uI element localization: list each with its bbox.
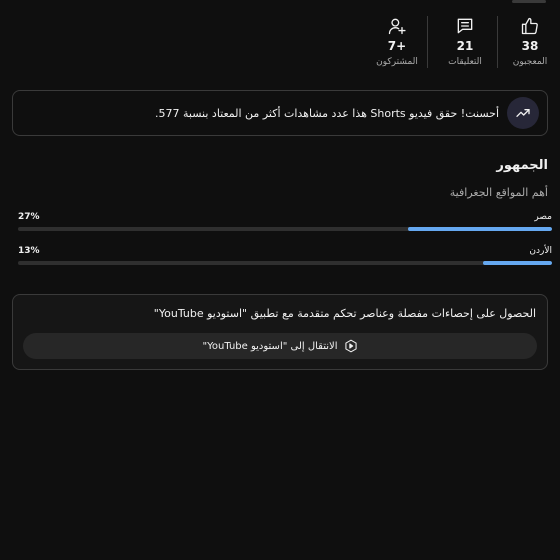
- person-add-icon: [387, 16, 407, 36]
- stat-comments-value: 21: [456, 39, 474, 53]
- studio-promo-heading: الحصول على إحصاءات مفصلة وعناصر تحكم متق…: [153, 307, 536, 320]
- audience-title: الجمهور: [496, 158, 548, 173]
- insight-card: أحسنت! حقق فيديو Shorts هذا عدد مشاهدات …: [12, 90, 548, 136]
- location-row: الأردن 13%: [18, 246, 552, 276]
- trending-up-icon: [507, 97, 539, 129]
- insight-text: أحسنت! حقق فيديو Shorts هذا عدد مشاهدات …: [155, 106, 499, 120]
- location-bar-fill: [482, 261, 552, 265]
- location-name: مصر: [534, 212, 552, 222]
- stat-likes-value: 38: [521, 39, 539, 53]
- youtube-studio-icon: [344, 339, 358, 353]
- location-row: مصر 27%: [18, 212, 552, 242]
- open-studio-label: الانتقال إلى "استوديو YouTube": [202, 340, 338, 352]
- stat-likes-label: المعجبون: [512, 57, 548, 67]
- stat-comments[interactable]: 21 التعليقات: [432, 12, 498, 72]
- location-percent: 13%: [18, 246, 40, 256]
- open-studio-button[interactable]: الانتقال إلى "استوديو YouTube": [23, 333, 537, 359]
- location-name: الأردن: [529, 246, 552, 256]
- thumbs-up-icon: [520, 16, 540, 36]
- location-bar-track: [18, 261, 552, 265]
- location-bar-track: [18, 227, 552, 231]
- location-bar-fill: [407, 227, 552, 231]
- stat-subscribers-value: +7: [387, 39, 407, 53]
- stat-subscribers[interactable]: +7 المشتركون: [366, 12, 428, 72]
- stat-subscribers-label: المشتركون: [376, 57, 418, 67]
- stat-likes[interactable]: 38 المعجبون: [506, 12, 554, 72]
- top-scroll-sliver: [512, 0, 546, 3]
- comment-icon: [455, 16, 475, 36]
- stats-row: 38 المعجبون 21 التعليقات +7 المشتركون: [0, 12, 560, 72]
- stat-comments-label: التعليقات: [448, 57, 482, 67]
- location-percent: 27%: [18, 212, 40, 222]
- top-locations-subtitle: أهم المواقع الجغرافية: [449, 186, 548, 199]
- studio-promo-card: الحصول على إحصاءات مفصلة وعناصر تحكم متق…: [12, 294, 548, 370]
